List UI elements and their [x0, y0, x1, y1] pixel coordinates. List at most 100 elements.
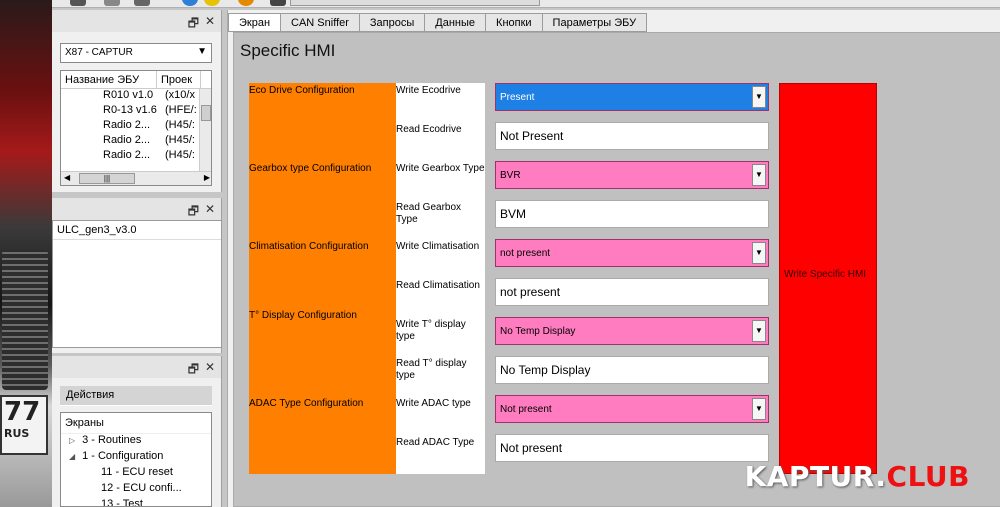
float-icon[interactable]: 🗗: [188, 360, 199, 381]
adac-read-field[interactable]: Not present: [495, 434, 769, 462]
temp-display-select-value: No Temp Display: [500, 326, 576, 337]
table-row[interactable]: Radio 2... (H45/:: [61, 134, 211, 149]
close-icon[interactable]: ✕: [205, 202, 215, 216]
close-icon[interactable]: ✕: [205, 14, 215, 28]
tree-item[interactable]: 12 - ECU confi...: [61, 482, 211, 498]
table-row[interactable]: Radio 2... (H45/:: [61, 149, 211, 164]
row-label: Write Gearbox Type: [396, 163, 485, 174]
tab-requests[interactable]: Запросы: [359, 13, 426, 32]
toolbar-field[interactable]: [290, 0, 540, 6]
session-list[interactable]: ULC_gen3_v3.0: [52, 220, 222, 348]
write-specific-hmi-button[interactable]: Write Specific HMI: [779, 83, 877, 474]
adac-select-value: Not present: [500, 404, 552, 415]
network-icon[interactable]: [134, 0, 150, 6]
chevron-down-icon[interactable]: ▼: [752, 320, 766, 342]
refresh-icon[interactable]: [238, 0, 254, 6]
vertical-scrollbar[interactable]: [199, 89, 211, 171]
ecodrive-read-field[interactable]: Not Present: [495, 122, 769, 150]
vehicle-select[interactable]: X87 - CAPTUR ▼: [60, 43, 212, 63]
gearbox-select[interactable]: BVR ▼: [495, 161, 769, 189]
tree-item-label: 12 - ECU confi...: [101, 482, 182, 494]
chevron-down-icon[interactable]: ▼: [752, 86, 766, 108]
ecu-panel: 🗗 ✕ X87 - CAPTUR ▼ Название ЭБУ Проек R0…: [52, 10, 222, 192]
toolbar: [52, 0, 1000, 8]
search-icon[interactable]: [70, 0, 86, 6]
tab-bar: Экран CAN Sniffer Запросы Данные Кнопки …: [228, 13, 648, 33]
page-title: Specific HMI: [240, 41, 336, 60]
tree-item[interactable]: 13 - Test: [61, 498, 211, 506]
scroll-thumb[interactable]: |||: [79, 173, 135, 184]
table-row[interactable]: Radio 2... (H45/:: [61, 119, 211, 134]
gearbox-read-field[interactable]: BVM: [495, 200, 769, 228]
row-label: Read T° display type: [396, 358, 467, 381]
expand-icon[interactable]: ▷: [69, 436, 79, 445]
chevron-down-icon[interactable]: ▼: [752, 398, 766, 420]
actions-header[interactable]: Действия: [60, 386, 212, 406]
status-icon[interactable]: [204, 0, 220, 6]
panel-header: 🗗 ✕: [52, 10, 221, 32]
tab-can-sniffer[interactable]: CAN Sniffer: [281, 13, 360, 32]
screen-content: Specific HMI Eco Drive Configuration Gea…: [233, 32, 1000, 507]
connect-icon[interactable]: [182, 0, 198, 6]
ecodrive-select-value: Present: [500, 92, 535, 103]
adac-select[interactable]: Not present ▼: [495, 395, 769, 423]
chevron-down-icon[interactable]: ▼: [197, 46, 207, 57]
climatisation-select-value: not present: [500, 248, 551, 259]
main-area: Экран CAN Sniffer Запросы Данные Кнопки …: [227, 10, 1000, 507]
screens-tree[interactable]: Экраны ▷ 3 - Routines ◢ 1 - Configuratio…: [60, 412, 212, 507]
ecu-name: Radio 2...: [103, 134, 151, 146]
horizontal-scrollbar[interactable]: ◀ ||| ▶: [61, 171, 211, 185]
ecu-table[interactable]: Название ЭБУ Проек R010 v1.0 (x10/x R0-13…: [60, 70, 212, 186]
table-row[interactable]: R0-13 v1.6 (HFE/:: [61, 104, 211, 119]
temp-display-read-field[interactable]: No Temp Display: [495, 356, 769, 384]
actions-panel: 🗗 ✕ Действия Экраны ▷ 3 - Routines ◢ 1 -…: [52, 356, 222, 507]
ecodrive-select[interactable]: Present ▼: [495, 83, 769, 111]
tree-item-label: 1 - Configuration: [82, 450, 164, 462]
float-icon[interactable]: 🗗: [188, 14, 199, 35]
tree-item-label: 3 - Routines: [82, 434, 142, 446]
ecu-name: R0-13 v1.6: [103, 104, 157, 116]
scroll-thumb[interactable]: [201, 105, 211, 121]
config-label: Climatisation Configuration: [249, 241, 369, 252]
config-label: Eco Drive Configuration: [249, 85, 355, 96]
ecu-name: Radio 2...: [103, 119, 151, 131]
tab-screen[interactable]: Экран: [228, 13, 282, 32]
screens-title: Экраны: [61, 413, 211, 434]
row-label: Write T° display type: [396, 319, 466, 342]
tree-item[interactable]: ◢ 1 - Configuration: [61, 450, 211, 466]
tab-buttons[interactable]: Кнопки: [486, 13, 543, 32]
ecu-table-header: Название ЭБУ Проек: [61, 71, 211, 89]
column-header-ecu-name[interactable]: Название ЭБУ: [61, 71, 157, 88]
climatisation-select[interactable]: not present ▼: [495, 239, 769, 267]
watermark-part2: CLUB: [886, 460, 970, 493]
collapse-icon[interactable]: ◢: [69, 452, 79, 461]
watermark-part1: KAPTUR.: [744, 460, 887, 493]
tab-data[interactable]: Данные: [425, 13, 487, 32]
chevron-down-icon[interactable]: ▼: [752, 242, 766, 264]
row-label: Read Climatisation: [396, 280, 480, 291]
screenshot-icon[interactable]: [270, 0, 286, 6]
config-label-column: [249, 83, 397, 474]
scroll-right-icon[interactable]: ▶: [204, 173, 210, 182]
vehicle-select-value: X87 - CAPTUR: [65, 47, 133, 58]
ecu-name: R010 v1.0: [103, 89, 154, 101]
chevron-down-icon[interactable]: ▼: [752, 164, 766, 186]
scroll-left-icon[interactable]: ◀: [64, 173, 70, 182]
tab-ecu-parameters[interactable]: Параметры ЭБУ: [542, 13, 648, 32]
row-label-column: [396, 83, 485, 474]
table-row[interactable]: R010 v1.0 (x10/x: [61, 89, 211, 104]
temp-display-select[interactable]: No Temp Display ▼: [495, 317, 769, 345]
panel-header: 🗗 ✕: [52, 198, 221, 220]
tree-item[interactable]: ▷ 3 - Routines: [61, 434, 211, 450]
edit-icon[interactable]: [104, 0, 120, 6]
close-icon[interactable]: ✕: [205, 360, 215, 374]
panel-header: 🗗 ✕: [52, 356, 221, 378]
climatisation-read-field[interactable]: not present: [495, 278, 769, 306]
list-item[interactable]: ULC_gen3_v3.0: [53, 221, 221, 240]
column-header-project[interactable]: Проек: [157, 71, 201, 88]
session-panel: 🗗 ✕ ULC_gen3_v3.0: [52, 198, 222, 353]
row-label: Write Ecodrive: [396, 85, 461, 96]
tree-item[interactable]: 11 - ECU reset: [61, 466, 211, 482]
license-plate-image: 77 RUS: [0, 395, 48, 455]
row-label: Write ADAC type: [396, 398, 471, 409]
